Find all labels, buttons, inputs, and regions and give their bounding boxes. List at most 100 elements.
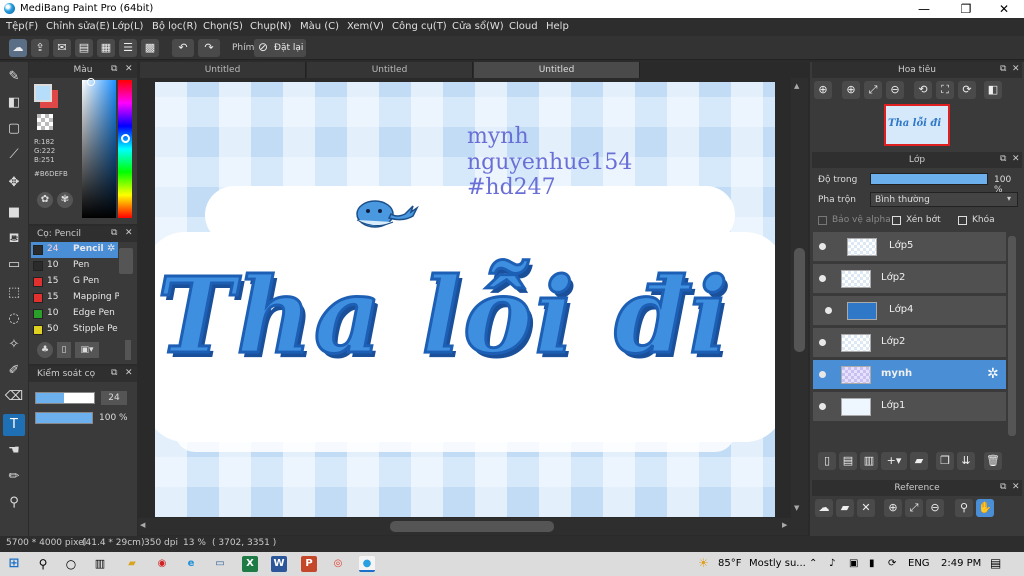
brush-tool-icon[interactable]: ✎ xyxy=(3,66,25,88)
new-layer-icon[interactable]: ▯ xyxy=(818,452,836,470)
scroll-left-icon[interactable]: ◀ xyxy=(140,521,145,529)
visibility-eye-icon[interactable] xyxy=(819,275,826,282)
layer-row[interactable]: Lớp1 xyxy=(813,392,1006,422)
add-brush-icon[interactable]: ♣ xyxy=(37,342,53,358)
zoom-out-icon[interactable]: ⊖ xyxy=(886,81,904,99)
cloud-open-icon[interactable]: ☁ xyxy=(815,499,833,517)
gear-icon[interactable]: ✲ xyxy=(107,243,115,254)
brush-item-pen[interactable]: 10 Pen xyxy=(31,258,118,274)
blur-tool-icon[interactable]: ✏ xyxy=(3,466,25,488)
cloud-icon[interactable]: ☁ xyxy=(9,39,27,57)
brush-list-scrollbar[interactable] xyxy=(119,248,133,274)
trash-icon[interactable]: 🗑 xyxy=(984,452,1002,470)
menu-help[interactable]: Help xyxy=(546,21,569,32)
upload-icon[interactable]: ⇪ xyxy=(31,39,49,57)
medibang-taskbar-icon[interactable]: ● xyxy=(359,556,375,572)
zoom-out-icon[interactable]: ⊖ xyxy=(926,499,944,517)
color-picker-handle[interactable] xyxy=(87,78,95,86)
scroll-up-icon[interactable]: ▲ xyxy=(794,82,799,90)
vertical-scroll-thumb[interactable] xyxy=(794,248,805,352)
new-8bit-layer-icon[interactable]: ▥ xyxy=(860,452,878,470)
hand-icon[interactable]: ✋ xyxy=(976,499,994,517)
saturation-value-picker[interactable] xyxy=(82,80,116,218)
close-panel-icon[interactable]: ✕ xyxy=(125,228,133,238)
app-icon[interactable]: ◉ xyxy=(154,556,170,572)
layer-row[interactable]: Lớp4 xyxy=(813,296,1006,326)
brush-item-mapping-pen[interactable]: 15 Mapping P xyxy=(31,290,119,306)
new-halftone-layer-icon[interactable]: ▤ xyxy=(839,452,857,470)
menu-edit[interactable]: Chỉnh sửa(E) xyxy=(46,21,110,32)
menu-layer[interactable]: Lớp(L) xyxy=(112,21,143,32)
duplicate-layer-icon[interactable]: ❐ xyxy=(936,452,954,470)
menu-select[interactable]: Chọn(S) xyxy=(203,21,243,32)
horizontal-scroll-thumb[interactable] xyxy=(390,521,554,532)
monitor-icon[interactable]: ▭ xyxy=(212,556,228,572)
edge-browser-icon[interactable]: e xyxy=(183,556,199,572)
eyedropper-tool-icon[interactable]: ⚲ xyxy=(3,492,25,514)
brush-item-stipple-pen[interactable]: 50 Stipple Pe xyxy=(31,322,118,338)
folder-icon[interactable]: ▰ xyxy=(910,452,928,470)
weather-temp[interactable]: 85°F xyxy=(718,558,741,569)
popout-icon[interactable]: ⧉ xyxy=(111,64,117,74)
rotate-right-icon[interactable]: ⟳ xyxy=(958,81,976,99)
eraser-tool-icon[interactable]: ◧ xyxy=(3,92,25,114)
operation-tool-icon[interactable]: ☚ xyxy=(3,440,25,462)
cortana-icon[interactable]: ○ xyxy=(63,556,79,572)
merge-layer-icon[interactable]: ⇊ xyxy=(957,452,975,470)
eyedropper-icon[interactable]: ⚲ xyxy=(955,499,973,517)
layer-row-selected[interactable]: mynh ✲ xyxy=(813,360,1006,390)
lock-checkbox[interactable] xyxy=(958,216,967,225)
popout-icon[interactable]: ⧉ xyxy=(1000,154,1006,164)
blend-mode-select[interactable]: Bình thường ▾ xyxy=(870,192,1018,207)
close-panel-icon[interactable]: ✕ xyxy=(1012,154,1020,164)
rectangle-tool-icon[interactable]: ▢ xyxy=(3,118,25,140)
fill-rect-tool-icon[interactable]: ■ xyxy=(3,202,25,224)
document-icon[interactable]: ▦ xyxy=(97,39,115,57)
word-icon[interactable]: W xyxy=(271,556,287,572)
brush-size-value[interactable]: 24 xyxy=(101,391,127,405)
rotate-left-icon[interactable]: ⟲ xyxy=(914,81,932,99)
popout-icon[interactable]: ⧉ xyxy=(111,368,117,378)
gear-icon[interactable]: ✲ xyxy=(987,366,999,382)
visibility-eye-icon[interactable] xyxy=(819,339,826,346)
menu-capture[interactable]: Chụp(N) xyxy=(250,21,291,32)
vertical-scrollbar[interactable]: ▲ ▼ xyxy=(791,78,808,518)
move-tool-icon[interactable]: ✥ xyxy=(3,172,25,194)
brush-item-pencil[interactable]: 24 Pencil ✲ xyxy=(31,242,118,258)
protect-alpha-checkbox[interactable] xyxy=(818,216,827,225)
actual-size-icon[interactable]: ⤢ xyxy=(905,499,923,517)
menu-file[interactable]: Tệp(F) xyxy=(6,21,38,32)
windows-start-icon[interactable]: ⊞ xyxy=(6,556,22,572)
layer-list-scrollbar[interactable] xyxy=(1008,236,1016,436)
zoom-in-icon[interactable]: ⊕ xyxy=(842,81,860,99)
file-explorer-icon[interactable]: ▰ xyxy=(124,556,140,572)
clock[interactable]: 2:49 PM xyxy=(941,558,981,569)
undo-icon[interactable]: ↶ xyxy=(172,39,194,57)
hue-slider[interactable] xyxy=(118,80,132,218)
menu-filter[interactable]: Bộ lọc(R) xyxy=(152,21,197,32)
close-panel-icon[interactable]: ✕ xyxy=(125,368,133,378)
flip-icon[interactable]: ◧ xyxy=(984,81,1002,99)
open-folder-icon[interactable]: ▰ xyxy=(836,499,854,517)
popout-icon[interactable]: ⧉ xyxy=(1000,482,1006,492)
chevron-up-icon[interactable]: ⌃ xyxy=(809,558,817,569)
visibility-eye-icon[interactable] xyxy=(819,403,826,410)
popout-icon[interactable]: ⧉ xyxy=(111,228,117,238)
select-eraser-tool-icon[interactable]: ⌫ xyxy=(3,386,25,408)
minimize-button[interactable]: — xyxy=(904,0,944,18)
redo-icon[interactable]: ↷ xyxy=(198,39,220,57)
menu-cloud[interactable]: Cloud xyxy=(509,21,538,32)
drawing-canvas[interactable]: mynh nguyenhue154 #hd247 Tha lỗi đi xyxy=(155,82,775,517)
network-icon[interactable]: ▣ xyxy=(849,558,858,569)
maximize-button[interactable]: ❐ xyxy=(946,0,986,18)
chrome-icon[interactable]: ◎ xyxy=(330,556,346,572)
navigator-thumbnail[interactable]: Tha lỗi đi xyxy=(884,104,950,146)
task-view-icon[interactable]: ▥ xyxy=(92,556,108,572)
magic-wand-tool-icon[interactable]: ✧ xyxy=(3,334,25,356)
chat-icon[interactable]: ✉ xyxy=(53,39,71,57)
select-rect-tool-icon[interactable]: ⬚ xyxy=(3,282,25,304)
grid-icon[interactable]: ▩ xyxy=(141,39,159,57)
close-panel-icon[interactable]: ✕ xyxy=(125,64,133,74)
powerpoint-icon[interactable]: P xyxy=(301,556,317,572)
fit-window-icon[interactable]: ⛶ xyxy=(936,81,954,99)
